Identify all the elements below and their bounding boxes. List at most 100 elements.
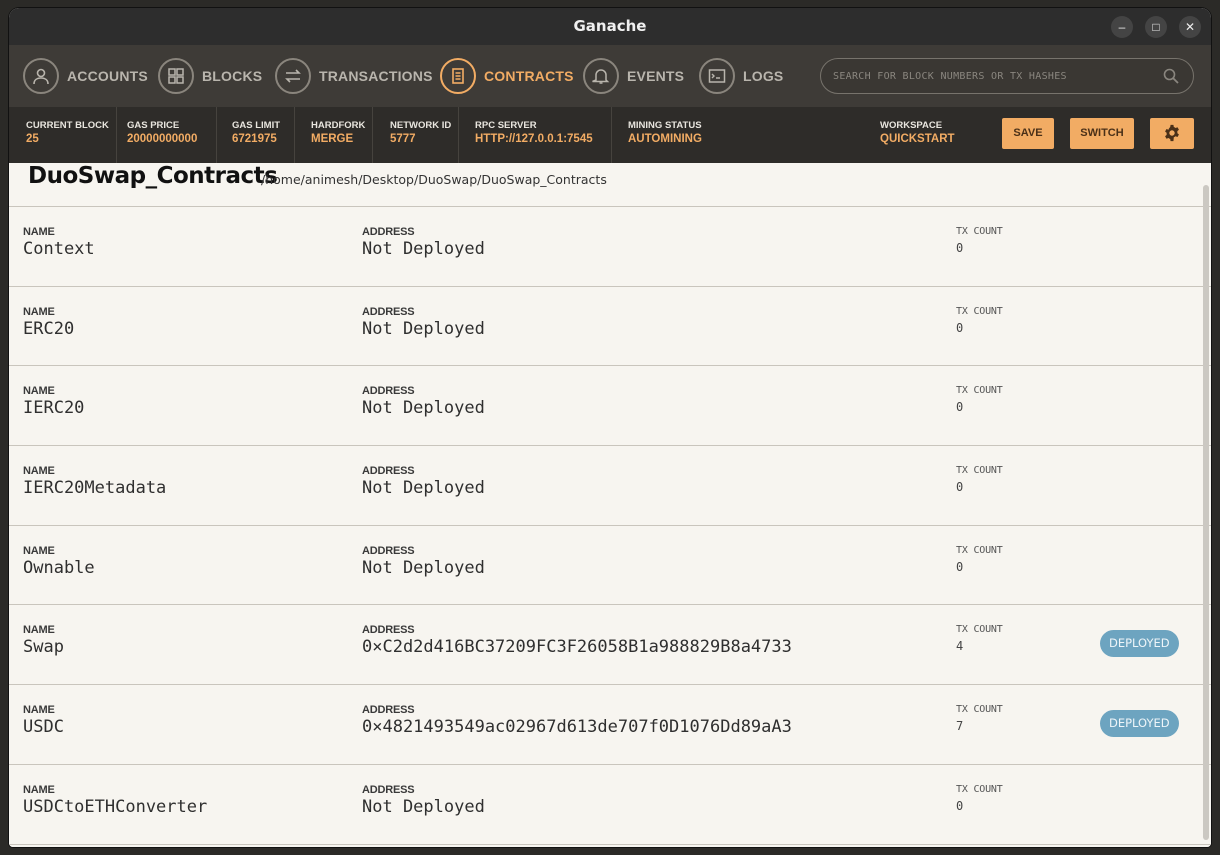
stat-gas-limit: GAS LIMIT 6721975 [217, 107, 295, 163]
stat-label: NETWORK ID [390, 120, 452, 131]
nav-label: BLOCKS [202, 68, 263, 84]
project-name: DuoSwap_Contracts [28, 163, 278, 189]
contract-address-cell: ADDRESS Not Deployed [362, 784, 485, 817]
contract-tx-cell: TX COUNT 4 [956, 624, 1003, 653]
stat-value: 6721975 [232, 133, 277, 145]
tx-count-label: TX COUNT [956, 465, 1003, 477]
contract-row[interactable]: NAME Swap ADDRESS 0×C2d2d416BC37209FC3F2605… [9, 605, 1211, 686]
contract-name-cell: NAME IERC20 [23, 385, 84, 418]
contract-address: Not Deployed [362, 239, 485, 259]
save-button[interactable]: SAVE [1002, 118, 1054, 149]
tx-count-label: TX COUNT [956, 385, 1003, 397]
nav-events[interactable]: EVENTS [583, 58, 684, 94]
contract-name: Context [23, 239, 95, 259]
contract-list: NAME Context ADDRESS Not Deployed TX COUNT 0 N… [9, 207, 1211, 845]
contract-name: USDCtoETHConverter [23, 796, 208, 817]
contract-address-cell: ADDRESS Not Deployed [362, 385, 485, 418]
nav-blocks[interactable]: BLOCKS [158, 58, 262, 94]
contracts-panel: DuoSwap_Contracts /home/animesh/Desktop/… [9, 163, 1211, 847]
nav-label: ACCOUNTS [67, 68, 148, 84]
contract-row[interactable]: NAME ERC20 ADDRESS Not Deployed TX COUNT 0 [9, 286, 1211, 367]
close-icon[interactable]: ✕ [1179, 16, 1201, 38]
stat-label: GAS PRICE [127, 120, 180, 131]
tx-count-label: TX COUNT [956, 544, 1003, 556]
contract-address-cell: ADDRESS 0×4821493549ac02967d613de707f0D10… [362, 704, 792, 737]
stat-hardfork: HARDFORK MERGE [295, 107, 373, 163]
stat-label: HARDFORK [311, 120, 366, 131]
stat-gas-price: GAS PRICE 20000000000 [117, 107, 217, 163]
name-label: NAME [23, 385, 55, 398]
title-bar: Ganache – □ ✕ [9, 8, 1211, 45]
tx-count-label: TX COUNT [956, 226, 1003, 237]
stat-value: MERGE [311, 133, 354, 145]
contract-name: Ownable [23, 557, 95, 578]
name-label: NAME [23, 783, 55, 796]
nav-logs[interactable]: LOGS [699, 58, 783, 94]
stat-value: QUICKSTART [880, 133, 955, 145]
settings-button[interactable] [1150, 118, 1194, 149]
contract-name-cell: NAME ERC20 [23, 306, 74, 339]
contract-name-cell: NAME USDC [23, 704, 64, 737]
contract-name-cell: NAME Ownable [23, 545, 95, 578]
contract-address-cell: ADDRESS Not Deployed [362, 306, 485, 339]
nav-accounts[interactable]: ACCOUNTS [23, 58, 148, 94]
contract-tx-cell: TX COUNT 0 [956, 784, 1003, 813]
contract-tx-cell: TX COUNT 0 [956, 385, 1003, 414]
search-input[interactable] [833, 67, 1153, 85]
contract-name: IERC20 [23, 398, 85, 419]
stat-value: HTTP://127.0.0.1:7545 [475, 133, 593, 145]
nav-contracts[interactable]: CONTRACTS [440, 58, 574, 94]
search-icon[interactable] [1163, 68, 1179, 89]
contract-address: Not Deployed [362, 398, 485, 419]
contract-tx-count: 0 [956, 241, 964, 255]
scrollbar[interactable] [1203, 185, 1209, 840]
contract-name-cell: NAME IERC20Metadata [23, 465, 166, 498]
contract-name: USDC [23, 717, 64, 738]
transactions-icon [275, 58, 311, 94]
contract-address: 0×C2d2d416BC37209FC3F26058B1a988829B8a47… [362, 637, 792, 658]
stat-workspace: WORKSPACE QUICKSTART [880, 107, 990, 163]
maximize-icon[interactable]: □ [1145, 16, 1167, 38]
contract-tx-cell: TX COUNT 0 [956, 226, 1003, 255]
stat-value: 5777 [390, 133, 416, 145]
stat-value: 25 [26, 133, 39, 145]
contract-name: ERC20 [23, 318, 75, 339]
stat-label: RPC SERVER [475, 120, 537, 131]
deployed-badge: DEPLOYED [1100, 710, 1179, 738]
tx-count-label: TX COUNT [956, 624, 1003, 636]
address-label: ADDRESS [362, 783, 415, 796]
contract-address-cell: ADDRESS Not Deployed [362, 226, 485, 259]
contract-row[interactable]: NAME IERC20 ADDRESS Not Deployed TX COUNT 0 [9, 366, 1211, 447]
contract-tx-count: 7 [956, 719, 964, 734]
app-window: Ganache – □ ✕ ACCOUNTS BLOCKS TRANSACTIO… [9, 8, 1211, 847]
contract-tx-count: 0 [956, 400, 964, 415]
contract-row[interactable]: NAME USDCtoETHConverter ADDRESS Not Deploye… [9, 764, 1211, 845]
status-bar: CURRENT BLOCK 25 GAS PRICE 20000000000 G… [9, 107, 1211, 163]
stat-current-block: CURRENT BLOCK 25 [9, 107, 117, 163]
blocks-icon [158, 58, 194, 94]
contract-address: Not Deployed [362, 318, 485, 339]
contract-tx-count: 0 [956, 480, 964, 495]
nav-transactions[interactable]: TRANSACTIONS [275, 58, 433, 94]
contract-address: 0×4821493549ac02967d613de707f0D1076Dd89a… [362, 717, 792, 738]
contract-address-cell: ADDRESS Not Deployed [362, 465, 485, 498]
switch-button[interactable]: SWITCH [1070, 118, 1134, 149]
contract-tx-count: 0 [956, 798, 964, 813]
contract-row[interactable]: NAME IERC20Metadata ADDRESS Not Deployed TX … [9, 446, 1211, 526]
contract-tx-count: 4 [956, 639, 964, 654]
minimize-icon[interactable]: – [1111, 16, 1133, 38]
contract-row[interactable]: NAME Ownable ADDRESS Not Deployed TX COUNT 0 [9, 525, 1211, 606]
nav-label: EVENTS [627, 68, 685, 84]
contract-row[interactable]: NAME Context ADDRESS Not Deployed TX COUNT 0 [9, 207, 1211, 287]
contract-tx-cell: TX COUNT 0 [956, 465, 1003, 494]
nav-label: CONTRACTS [484, 68, 574, 84]
contracts-icon [440, 58, 476, 94]
address-label: ADDRESS [362, 544, 415, 557]
address-label: ADDRESS [362, 624, 415, 637]
stat-rpc-server: RPC SERVER HTTP://127.0.0.1:7545 [459, 107, 612, 163]
contract-address: Not Deployed [362, 478, 485, 499]
nav-label: LOGS [743, 68, 784, 84]
name-label: NAME [23, 226, 55, 238]
window-title: Ganache [573, 17, 647, 35]
contract-row[interactable]: NAME USDC ADDRESS 0×4821493549ac02967d613de… [9, 685, 1211, 765]
